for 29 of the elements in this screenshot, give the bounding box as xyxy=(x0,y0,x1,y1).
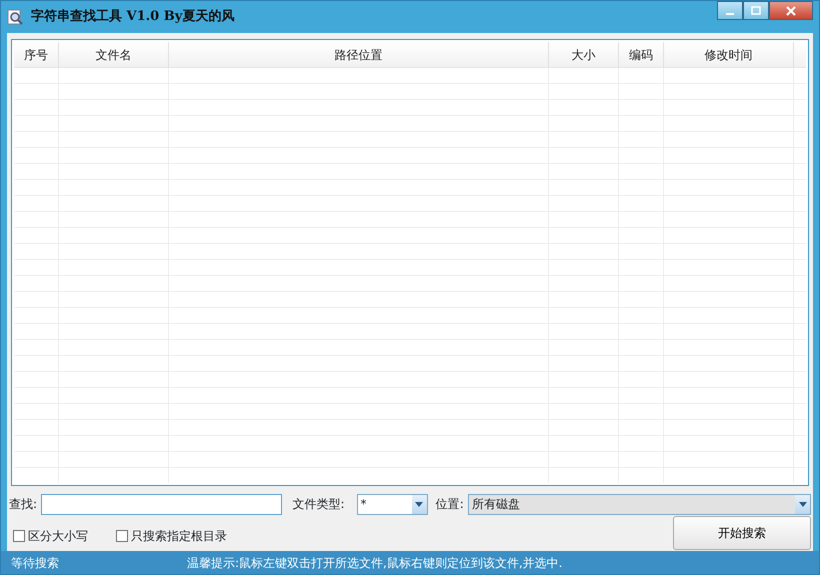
checkbox[interactable] xyxy=(116,530,128,542)
start-search-button[interactable]: 开始搜索 xyxy=(673,516,811,550)
column-header[interactable]: 序号 xyxy=(14,42,59,67)
window-title: 字符串查找工具 V1.0 By夏天的风 xyxy=(31,8,234,26)
status-text: 等待搜索 xyxy=(10,554,60,572)
close-icon xyxy=(785,4,797,16)
checkbox-option[interactable]: 区分大小写 xyxy=(13,527,88,545)
checkbox[interactable] xyxy=(13,530,25,542)
file-type-dropdown[interactable]: * xyxy=(356,494,428,514)
location-dropdown[interactable]: 所有磁盘 xyxy=(468,494,811,514)
minimize-icon xyxy=(726,13,734,15)
checkbox-option[interactable]: 只搜索指定根目录 xyxy=(116,527,227,545)
minimize-button[interactable] xyxy=(717,1,743,20)
column-header[interactable]: 修改时间 xyxy=(664,42,794,67)
location-label: 位置: xyxy=(436,496,464,513)
column-header[interactable]: 编码 xyxy=(619,42,664,67)
search-label: 查找: xyxy=(9,496,38,513)
column-header[interactable]: 大小 xyxy=(549,42,619,67)
status-hint: 温馨提示:鼠标左键双击打开所选文件,鼠标右键则定位到该文件,并选中. xyxy=(187,554,562,572)
column-header[interactable]: 文件名 xyxy=(59,42,169,67)
column-header[interactable]: 路径位置 xyxy=(169,42,549,67)
maximize-icon xyxy=(751,6,761,16)
file-type-label: 文件类型: xyxy=(292,496,344,513)
search-field[interactable] xyxy=(41,494,282,514)
close-button[interactable] xyxy=(769,1,813,20)
dropdown-arrow-icon xyxy=(415,502,424,506)
dropdown-arrow-icon xyxy=(798,502,806,506)
app-icon xyxy=(7,9,23,25)
maximize-button[interactable] xyxy=(743,1,769,20)
